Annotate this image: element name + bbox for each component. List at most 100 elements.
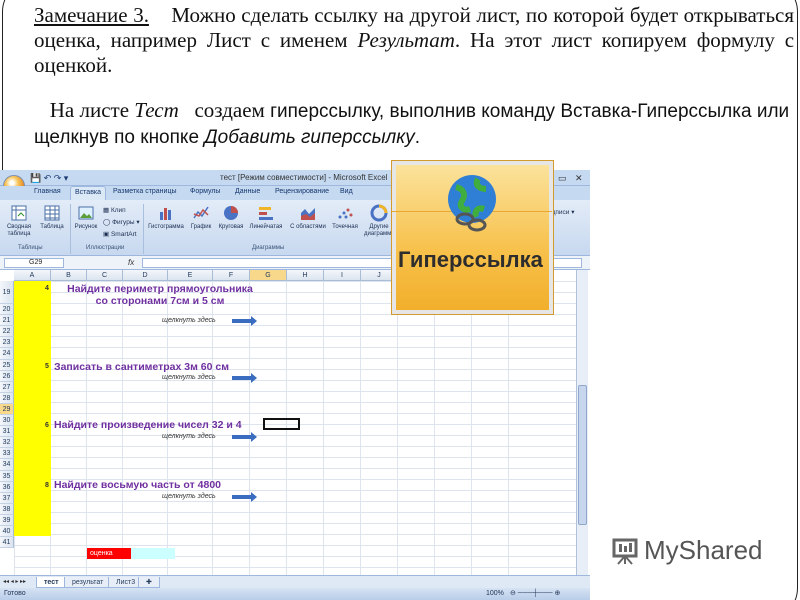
score-label-cell[interactable]: оценка [87, 548, 131, 559]
arrow-icon [232, 432, 257, 442]
row-header[interactable]: 36 [0, 482, 14, 493]
shapes-button[interactable]: ◯ Фигуры ▾ [103, 218, 140, 226]
sheet-tab-result[interactable]: результат [64, 577, 112, 588]
tab-insert[interactable]: Вставка [70, 186, 107, 200]
sheet-nav-icons[interactable]: ◂◂ ◂ ▸ ▸▸ [3, 578, 26, 585]
task-text: Найдите восьмую часть от 4800 [54, 479, 221, 491]
picture-label: Рисунок [74, 224, 98, 230]
area-chart-button[interactable]: С областями [290, 204, 326, 231]
smartart-button[interactable]: ▣ SmartArt [103, 230, 137, 238]
active-cell-g29[interactable] [263, 418, 300, 430]
row-header[interactable]: 20 [0, 304, 14, 315]
arrow-icon [232, 316, 257, 326]
close-icon[interactable]: ✕ [575, 173, 583, 184]
column-header[interactable]: I [324, 270, 361, 281]
column-header[interactable]: D [123, 270, 168, 281]
row-header[interactable]: 29 [0, 404, 14, 415]
column-header[interactable]: B [51, 270, 87, 281]
gridline [360, 281, 361, 575]
row-header[interactable]: 19 [0, 281, 14, 304]
bar-chart-label: Линейчатая [249, 224, 283, 230]
tab-view[interactable]: Вид [340, 188, 353, 195]
sheet-tab-test[interactable]: тест [36, 577, 67, 588]
maximize-icon[interactable]: ▭ [558, 173, 567, 184]
score-value-cell[interactable] [131, 548, 175, 559]
pie-chart-icon [224, 206, 238, 220]
vertical-scrollbar[interactable] [576, 270, 588, 575]
table-button[interactable]: Таблица [38, 204, 66, 231]
picture-icon [78, 206, 94, 220]
histogram-icon [160, 208, 171, 220]
row-header[interactable]: 34 [0, 459, 14, 471]
clip-label: Клип [110, 207, 126, 214]
other-charts-button[interactable]: Другие диаграммы [364, 204, 396, 238]
tab-page-layout[interactable]: Разметка страницы [113, 188, 177, 195]
group-separator [70, 204, 71, 254]
row-header[interactable]: 38 [0, 504, 14, 515]
fx-icon[interactable]: fx [128, 258, 134, 267]
column-header[interactable]: F [213, 270, 250, 281]
note-label: Замечание 3. [34, 3, 149, 27]
row-header[interactable]: 25 [0, 360, 14, 371]
zoom-slider[interactable]: ⊖ ───┼─── ⊕ [510, 588, 560, 600]
clip-button[interactable]: ▦ Клип [103, 206, 126, 214]
row-header[interactable]: 31 [0, 426, 14, 437]
picture-button[interactable]: Рисунок [72, 204, 100, 231]
hyperlink-text[interactable]: щелкнуть здесь [162, 433, 216, 440]
zoom-level[interactable]: 100% [486, 588, 504, 600]
pie-chart-button[interactable]: Круговая [216, 204, 246, 231]
name-box[interactable]: G29 [4, 258, 64, 268]
column-header[interactable]: E [168, 270, 213, 281]
row-header[interactable]: 30 [0, 415, 14, 426]
row-header[interactable]: 33 [0, 448, 14, 459]
status-bar: Готово 100% ⊖ ───┼─── ⊕ [0, 588, 590, 600]
bar-chart-button[interactable]: Линейчатая [248, 204, 284, 231]
tab-data[interactable]: Данные [235, 188, 260, 195]
paragraph-note: Замечание 3. Можно сделать ссылку на дру… [34, 3, 794, 78]
row-header[interactable]: 22 [0, 326, 14, 337]
row-header[interactable]: 28 [0, 393, 14, 404]
row-header[interactable]: 40 [0, 526, 14, 537]
instr-mid: создаем [194, 98, 265, 122]
task-text: Найдите периметр прямоугольника со сторо… [67, 283, 253, 307]
tab-home[interactable]: Главная [34, 188, 61, 195]
row-header[interactable]: 26 [0, 371, 14, 382]
gridline [508, 281, 509, 575]
row-header[interactable]: 21 [0, 315, 14, 326]
tab-review[interactable]: Рецензирование [275, 188, 329, 195]
hyperlink-label: Гиперссылка [398, 247, 543, 272]
column-header[interactable]: C [87, 270, 123, 281]
row-header[interactable]: 32 [0, 437, 14, 448]
tab-formulas[interactable]: Формулы [190, 188, 220, 195]
row-header[interactable]: 35 [0, 471, 14, 482]
pivot-table-label: Сводная таблица [6, 224, 32, 237]
shapes-label: Фигуры [112, 219, 135, 226]
row-header[interactable]: 39 [0, 515, 14, 526]
new-sheet-icon[interactable]: ✚ [138, 577, 160, 588]
column-header[interactable]: H [287, 270, 324, 281]
hyperlink-text[interactable]: щелкнуть здесь [162, 374, 216, 381]
quick-access-toolbar[interactable]: 💾 ↶ ↷ ▾ [30, 173, 68, 184]
gridline [323, 281, 324, 575]
row-header[interactable]: 23 [0, 337, 14, 348]
histogram-button[interactable]: Гистограмма [146, 204, 186, 231]
pivot-table-button[interactable]: Сводная таблица [4, 204, 34, 238]
hyperlink-icon [448, 175, 496, 232]
column-header[interactable]: A [14, 270, 51, 281]
row-header[interactable]: 37 [0, 493, 14, 504]
row-header[interactable]: 41 [0, 537, 14, 548]
task-number: 6 [45, 422, 49, 429]
row-header[interactable]: 27 [0, 382, 14, 393]
column-header[interactable]: G [250, 270, 287, 281]
pie-chart-label: Круговая [218, 224, 244, 230]
hyperlink-text[interactable]: щелкнуть здесь [162, 317, 216, 324]
scatter-chart-button[interactable]: Точечная [328, 204, 362, 231]
hyperlink-text[interactable]: щелкнуть здесь [162, 493, 216, 500]
group-separator [143, 204, 144, 254]
hyperlink-button-zoomed[interactable]: Гиперссылка [391, 160, 554, 315]
task-text: Записать в сантиметрах 3м 60 см [54, 361, 230, 373]
scroll-thumb[interactable] [578, 385, 587, 525]
row-header[interactable]: 24 [0, 348, 14, 360]
line-chart-button[interactable]: График [188, 204, 214, 231]
window-title: тест [Режим совместимости] - Microsoft E… [220, 173, 388, 182]
